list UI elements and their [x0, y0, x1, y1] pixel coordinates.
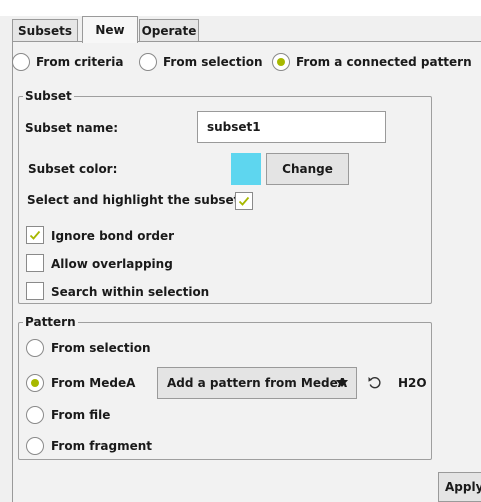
pattern-from-medea-label: From MedeA: [51, 376, 136, 390]
checkmark-icon: [238, 196, 250, 206]
allow-overlapping-checkbox[interactable]: [26, 254, 44, 272]
from-criteria-radio[interactable]: [12, 53, 30, 71]
search-within-selection-checkbox[interactable]: [26, 282, 44, 300]
pattern-formula: H2O: [398, 376, 427, 390]
tab-subsets[interactable]: Subsets: [12, 19, 78, 42]
allow-overlapping-label: Allow overlapping: [51, 257, 173, 271]
pattern-from-selection-label: From selection: [51, 341, 151, 355]
subset-color-label: Subset color:: [28, 162, 118, 176]
pattern-from-medea-radio[interactable]: [26, 374, 44, 392]
search-within-selection-label: Search within selection: [51, 285, 210, 299]
select-highlight-checkbox[interactable]: [235, 192, 253, 210]
from-criteria-label: From criteria: [36, 55, 124, 69]
tab-new[interactable]: New: [82, 16, 138, 43]
pattern-from-file-radio[interactable]: [26, 406, 44, 424]
tab-operate-label: Operate: [141, 24, 197, 38]
subset-name-input[interactable]: subset1: [197, 111, 386, 143]
add-pattern-dropdown-label: Add a pattern from MedeA: [167, 376, 348, 390]
apply-button[interactable]: Apply: [438, 472, 481, 502]
apply-button-label: Apply: [445, 480, 481, 494]
change-color-button-label: Change: [282, 162, 333, 176]
from-selection-label: From selection: [163, 55, 263, 69]
subset-legend: Subset: [23, 89, 74, 103]
chevron-down-icon: [336, 380, 348, 387]
pattern-from-file-label: From file: [51, 408, 111, 422]
top-strip: [0, 0, 481, 16]
from-connected-pattern-label: From a connected pattern: [296, 55, 472, 69]
reset-icon[interactable]: [367, 375, 383, 391]
ignore-bond-order-label: Ignore bond order: [51, 229, 175, 243]
ignore-bond-order-checkbox[interactable]: [26, 226, 44, 244]
subset-name-label: Subset name:: [25, 121, 119, 135]
subset-color-swatch: [231, 153, 261, 185]
from-selection-radio[interactable]: [139, 53, 157, 71]
tab-new-label: New: [95, 23, 125, 37]
pattern-from-fragment-radio[interactable]: [26, 437, 44, 455]
add-pattern-dropdown[interactable]: Add a pattern from MedeA: [157, 367, 357, 399]
pattern-from-selection-radio[interactable]: [26, 339, 44, 357]
checkmark-icon: [29, 230, 41, 240]
select-highlight-label: Select and highlight the subset:: [27, 193, 245, 207]
pattern-legend: Pattern: [23, 315, 78, 329]
change-color-button[interactable]: Change: [266, 153, 349, 185]
pattern-from-fragment-label: From fragment: [51, 439, 153, 453]
tab-subsets-label: Subsets: [18, 24, 72, 38]
tab-operate[interactable]: Operate: [139, 19, 199, 42]
from-connected-pattern-radio[interactable]: [272, 53, 290, 71]
